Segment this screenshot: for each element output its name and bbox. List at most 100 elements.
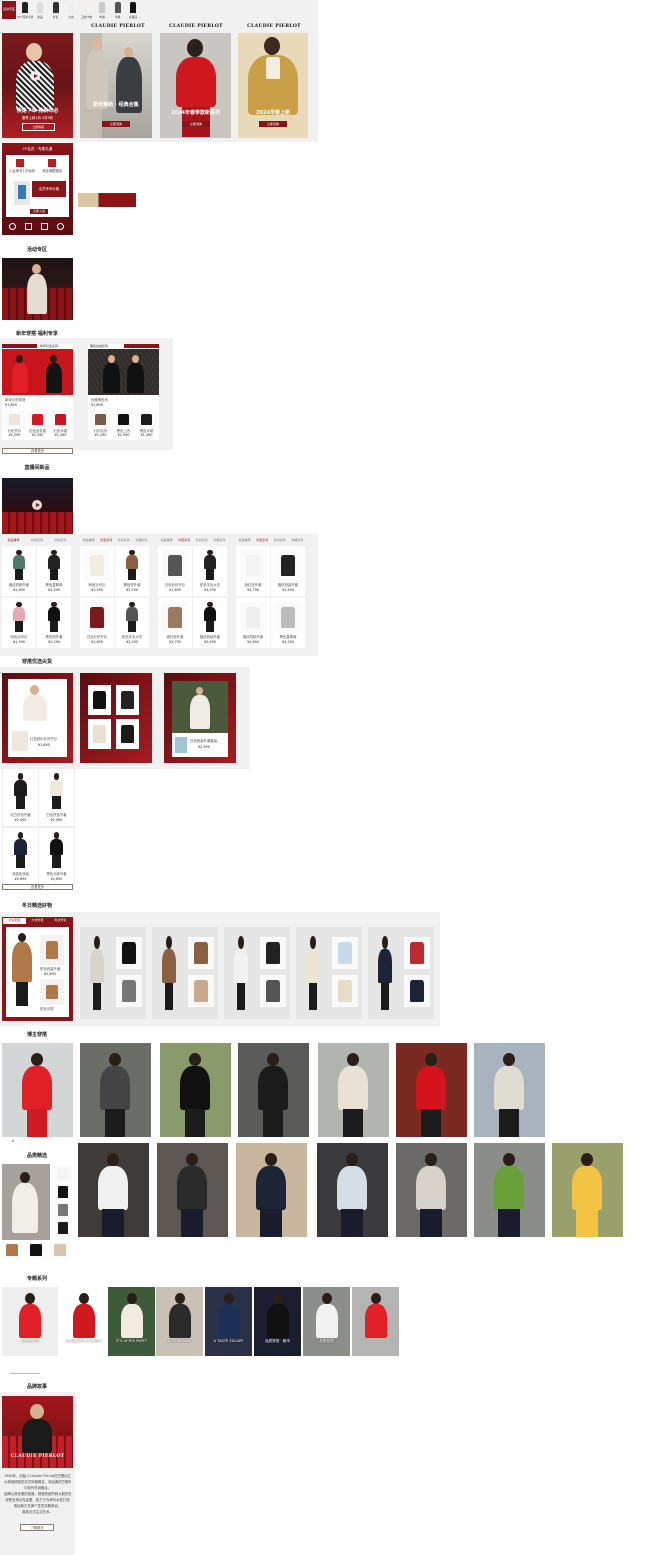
play-icon[interactable] — [30, 71, 40, 81]
nav-item-3[interactable]: 外套 — [49, 1, 63, 21]
grid-tab[interactable]: 外套系列 — [254, 538, 272, 544]
hero-banner-1[interactable]: 快速下单 抢新年必 春季上新1折 2件9折 立即购买 — [2, 33, 73, 138]
nav-item-8[interactable]: 直播间 — [126, 1, 140, 21]
knit-card[interactable] — [152, 927, 218, 1019]
join-button[interactable]: 立即入会 — [30, 209, 48, 214]
category-feature[interactable] — [2, 1164, 50, 1240]
collection-card[interactable]: AFTER CP — [2, 1287, 58, 1356]
curated-product[interactable]: 白色拼色外套 ¥2,490 — [38, 768, 75, 827]
story-button[interactable]: 了解更多 — [20, 1524, 54, 1531]
grid-tab[interactable]: 针织系列 — [115, 538, 133, 544]
category-photo[interactable] — [157, 1143, 228, 1237]
tab-grid-card[interactable]: 新品推荐 外套系列 针织系列 半裙系列酒红色外套 ¥2,790 格纹西装外套 ¥2,490 格… — [236, 538, 306, 650]
hero-cta[interactable]: 立即选购 — [259, 121, 287, 127]
collection-card[interactable]: A TASTE ESCAPE — [205, 1287, 252, 1356]
grid-tab[interactable]: 半裙系列 — [133, 538, 151, 544]
grid-product[interactable]: 格纹西装外套 ¥2,490 — [271, 546, 305, 596]
blogger-photo[interactable] — [318, 1043, 389, 1137]
knit-tab[interactable]: 大衣外套 — [26, 918, 49, 924]
grid-product[interactable]: 白色针织开衫 ¥1,690 — [80, 598, 114, 648]
curated-product[interactable]: 深蓝色西装 ¥2,690 — [2, 827, 39, 886]
blogger-photo[interactable] — [2, 1043, 73, 1137]
hero-cta[interactable]: 立即购买 — [22, 123, 55, 131]
curated-product[interactable]: 黑色长款外套 ¥2,890 — [38, 827, 75, 886]
nav-item-2[interactable]: 新品 — [33, 1, 47, 21]
grid-product[interactable]: 粉色针织衫 ¥1,590 — [80, 546, 114, 596]
collection-card[interactable]: A MONOWAY — [156, 1287, 203, 1356]
tab-grid-card[interactable]: 新品推荐 外套系列 针织系列 半裙系列 粉色针织衫 ¥1,590 黑色短外套 ¥2,290 白色… — [80, 538, 150, 650]
grid-product[interactable]: 驼色羊毛大衣 ¥3,290 — [115, 598, 149, 648]
category-photo[interactable] — [236, 1143, 307, 1237]
blogger-photo[interactable] — [160, 1043, 231, 1137]
category-photo[interactable] — [78, 1143, 149, 1237]
grid-product[interactable]: 黑色直筒裤 ¥1,290 — [271, 598, 305, 648]
category-photo[interactable] — [552, 1143, 623, 1237]
category-photo[interactable] — [317, 1143, 388, 1237]
knit-tab[interactable]: 针织套装 — [3, 918, 26, 924]
grid-tab[interactable]: 新品推荐 — [236, 538, 254, 544]
category-photo[interactable] — [474, 1143, 545, 1237]
grid-product[interactable]: 黑色直筒裤 ¥1,290 — [37, 546, 71, 596]
blogger-photo[interactable] — [474, 1043, 545, 1137]
points-icon[interactable] — [9, 223, 16, 230]
knit-card-main[interactable]: 针织套装 大衣外套 毛衣开衫 驼色西装外套 ¥2,690 驼色半裙 — [2, 917, 73, 1021]
nav-item-6[interactable]: 羊绒 — [95, 1, 109, 21]
collection-card[interactable]: 品质穿搭 · 都市 — [254, 1287, 301, 1356]
service-icon[interactable] — [57, 223, 64, 230]
activity-banner[interactable] — [2, 258, 73, 320]
play-icon[interactable] — [32, 500, 42, 510]
hero-banner-4[interactable]: 2024早春上新 立即选购 — [238, 33, 308, 138]
nav-item-7[interactable]: 半裙 — [111, 1, 125, 21]
curated-card-1[interactable]: 红色纽扣针织开衫 ¥1,890 — [2, 673, 73, 763]
nav-item-1[interactable]: CP×传承大赛 — [17, 1, 33, 21]
collection-card[interactable]: 品质穿搭 — [303, 1287, 350, 1356]
grid-tab[interactable]: 针织系列 — [271, 538, 289, 544]
grid-product[interactable]: 白色针织开衫 ¥1,690 — [158, 546, 192, 596]
grid-product[interactable]: 黑色短外套 ¥2,290 — [37, 598, 71, 648]
grid-product[interactable]: 酒红色外套 ¥2,790 — [236, 546, 270, 596]
grid-tab[interactable]: 针织系列 — [193, 538, 211, 544]
grid-product[interactable]: 格纹短款外套 ¥2,690 — [236, 598, 270, 648]
category-photo[interactable] — [396, 1143, 467, 1237]
hero-banner-2[interactable]: 新年焕新 · 经典合集 立即选购 — [80, 33, 152, 138]
collection-card[interactable]: IT'S AFTER PARTY — [108, 1287, 155, 1356]
curated-card-3[interactable]: 白色西装外套套装 ¥2,990 — [164, 673, 236, 763]
hero-cta[interactable]: 立即选购 — [102, 121, 130, 127]
curated-card-2[interactable] — [80, 673, 152, 763]
hero-cta[interactable]: 立即选购 — [182, 121, 210, 127]
grid-tab[interactable]: 外套系列 — [25, 538, 48, 544]
nav-item-4[interactable]: 大衣 — [64, 1, 78, 21]
grid-tab[interactable]: 半裙系列 — [289, 538, 307, 544]
ny-card-1[interactable]: 新年红色系列 新年红色穿搭 ¥1,890 针织开衫 ¥1,290 红色连衣裙 ¥2,1… — [2, 344, 73, 440]
nav-item-activity[interactable]: 活动专区 — [2, 1, 16, 19]
nav-item-5[interactable]: 卫衣/T恤 — [80, 1, 94, 21]
gift-icon[interactable] — [41, 223, 48, 230]
grid-product[interactable]: 粉色针织衫 ¥1,590 — [2, 598, 36, 648]
tab-grid-card[interactable]: 新品推荐 外套系列 针织系列 半裙系列白色针织开衫 ¥1,690 驼色羊毛大衣 ¥3,290… — [158, 538, 228, 650]
grid-product[interactable]: 格纹短款外套 ¥2,690 — [2, 546, 36, 596]
knit-card[interactable] — [80, 927, 146, 1019]
grid-tab[interactable]: 新品推荐 — [2, 538, 25, 544]
member-card[interactable]: CP会员 · 专属礼遇 入会即享1次免邮 消费满额赠品 会员专享价格 立即入会 — [2, 143, 73, 235]
grid-tab[interactable]: 半裙系列 — [211, 538, 229, 544]
collection-card[interactable]: LE BALLET CLAUDIE — [60, 1287, 107, 1356]
live-banner[interactable] — [2, 478, 73, 534]
promo-strip[interactable] — [78, 193, 136, 207]
grid-tab[interactable]: 针织系列 — [49, 538, 72, 544]
blogger-photo[interactable] — [80, 1043, 151, 1137]
grid-product[interactable]: 酒红色外套 ¥2,790 — [158, 598, 192, 648]
grid-tab[interactable]: 外套系列 — [176, 538, 194, 544]
knit-card[interactable] — [368, 927, 434, 1019]
blogger-photo[interactable] — [396, 1043, 467, 1137]
curated-more-button[interactable]: 查看更多 — [2, 884, 73, 890]
grid-tab[interactable]: 新品推荐 — [80, 538, 98, 544]
ny-more-button[interactable]: 查看更多 — [2, 448, 73, 454]
grid-tab[interactable]: 新品推荐 — [158, 538, 176, 544]
carousel-dot[interactable] — [12, 1140, 14, 1142]
tab-grid-card[interactable]: 新品推荐 外套系列 针织系列格纹短款外套 ¥2,690 黑色直筒裤 ¥1,290 粉色针织衫… — [2, 538, 72, 650]
ny-card-2[interactable]: 黑色丝绒系列 优雅黑色系 ¥1,890 针织毛衣 ¥1,290 黑色上衣 ¥1,590… — [88, 344, 159, 440]
grid-product[interactable]: 驼色羊毛大衣 ¥3,290 — [193, 546, 227, 596]
knit-tab[interactable]: 毛衣开衫 — [49, 918, 72, 924]
grid-product[interactable]: 黑色短外套 ¥2,290 — [115, 546, 149, 596]
hero-banner-3[interactable]: 2024年春季款新系列 立即选购 — [160, 33, 231, 138]
